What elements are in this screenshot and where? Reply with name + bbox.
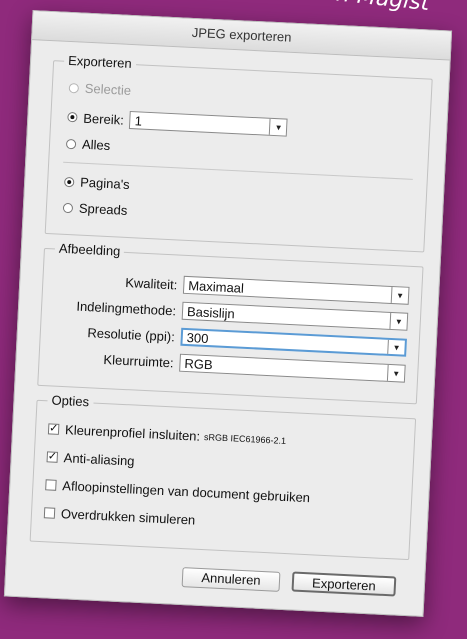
range-dropdown[interactable]: 1 ▼ <box>129 110 289 137</box>
bleed-checkbox[interactable] <box>45 479 57 491</box>
anti-alias-checkbox[interactable]: ✓ <box>46 450 59 463</box>
overprint-option[interactable]: Overdrukken simuleren <box>43 505 196 528</box>
overprint-label: Overdrukken simuleren <box>60 506 196 528</box>
anti-alias-label: Anti-aliasing <box>63 450 135 469</box>
quality-value: Maximaal <box>187 277 245 296</box>
quality-label: Kwaliteit: <box>125 274 178 292</box>
embed-profile-value: sRGB IEC61966-2.1 <box>203 431 287 446</box>
chevron-down-icon[interactable]: ▼ <box>390 286 409 304</box>
anti-alias-option[interactable]: ✓ Anti-aliasing <box>46 449 135 469</box>
export-button[interactable]: Exporteren <box>291 571 397 597</box>
pages-radio[interactable] <box>64 176 75 187</box>
resolution-value[interactable]: 300 <box>186 330 208 346</box>
background-title-fragment: in Magist <box>329 0 431 16</box>
quality-dropdown[interactable]: Maximaal ▼ <box>182 275 410 305</box>
options-group-legend: Opties <box>47 392 94 410</box>
selection-option: Selectie <box>68 80 131 98</box>
resolution-combobox[interactable]: 300 ▼ <box>180 327 407 357</box>
embed-profile-label: Kleurenprofiel insluiten: <box>64 422 201 444</box>
range-option[interactable]: Bereik: 1 ▼ <box>67 108 289 137</box>
range-label: Bereik: <box>83 110 125 128</box>
all-option[interactable]: Alles <box>65 136 111 154</box>
format-method-label: Indelingmethode: <box>76 298 177 318</box>
chevron-down-icon[interactable]: ▼ <box>389 312 408 330</box>
jpeg-export-dialog: JPEG exporteren Exporteren Selectie Bere… <box>3 10 453 617</box>
color-space-label: Kleurruimte: <box>103 351 174 370</box>
cancel-button[interactable]: Annuleren <box>181 567 281 592</box>
image-group-legend: Afbeelding <box>54 240 125 259</box>
format-method-value: Basislijn <box>186 303 236 321</box>
all-label: Alles <box>81 136 111 154</box>
color-space-dropdown[interactable]: RGB ▼ <box>179 353 406 383</box>
overprint-checkbox[interactable] <box>43 507 56 519</box>
export-group: Exporteren Selectie Bereik: 1 ▼ Alles Pa… <box>44 52 433 253</box>
dialog-title: JPEG exporteren <box>32 11 452 61</box>
range-value: 1 <box>134 112 143 129</box>
chevron-down-icon[interactable]: ▼ <box>386 364 405 382</box>
format-method-dropdown[interactable]: Basislijn ▼ <box>181 301 409 331</box>
options-group: Opties ✓ Kleurenprofiel insluiten: sRGB … <box>29 392 417 561</box>
bleed-label: Afloopinstellingen van document gebruike… <box>62 478 311 506</box>
spreads-option[interactable]: Spreads <box>62 200 128 218</box>
chevron-down-icon[interactable]: ▼ <box>387 339 405 355</box>
selection-label: Selectie <box>84 80 132 98</box>
range-radio[interactable] <box>67 111 78 123</box>
resolution-label: Resolutie (ppi): <box>87 324 176 344</box>
embed-profile-option[interactable]: ✓ Kleurenprofiel insluiten: sRGB IEC6196… <box>47 421 287 448</box>
selection-radio <box>68 82 80 93</box>
pages-label: Pagina's <box>79 174 131 193</box>
export-group-legend: Exporteren <box>63 52 137 72</box>
image-group: Afbeelding Kwaliteit: Maximaal ▼ Indelin… <box>37 240 424 405</box>
spreads-radio[interactable] <box>62 202 74 213</box>
bleed-option[interactable]: Afloopinstellingen van document gebruike… <box>45 477 310 505</box>
color-space-value: RGB <box>184 355 214 372</box>
chevron-down-icon[interactable]: ▼ <box>269 118 288 136</box>
spreads-label: Spreads <box>78 200 128 218</box>
pages-option[interactable]: Pagina's <box>64 174 130 192</box>
embed-profile-checkbox[interactable]: ✓ <box>47 422 60 435</box>
all-radio[interactable] <box>65 138 77 149</box>
